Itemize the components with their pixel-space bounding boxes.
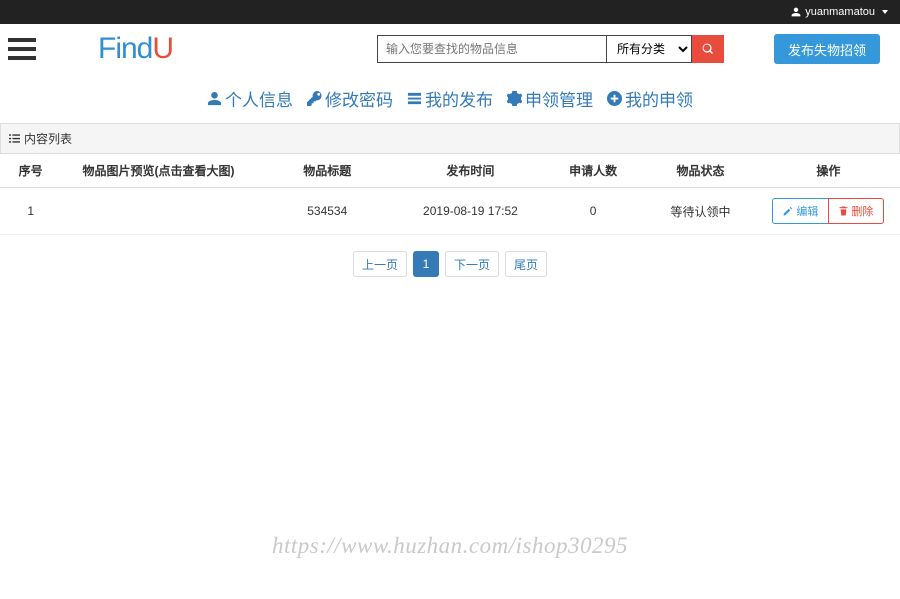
th-seq: 序号 — [0, 154, 61, 188]
panel-heading: 内容列表 — [0, 123, 900, 154]
page-current[interactable]: 1 — [413, 251, 439, 277]
pagination: 上一页 1 下一页 尾页 — [0, 235, 900, 293]
page-next[interactable]: 下一页 — [445, 251, 499, 277]
username-label: yuanmamatou — [805, 6, 875, 18]
cell-seq: 1 — [0, 188, 61, 235]
table-row: 1 534534 2019-08-19 17:52 0 等待认领中 编辑 删除 — [0, 188, 900, 235]
plus-circle-icon — [607, 91, 622, 106]
topbar: yuanmamatou — [0, 0, 900, 24]
watermark: https://www.huzhan.com/ishop30295 — [0, 533, 900, 559]
cell-status: 等待认领中 — [644, 188, 757, 235]
trash-icon — [839, 206, 848, 216]
panel-title: 内容列表 — [24, 130, 72, 147]
edit-button[interactable]: 编辑 — [772, 198, 829, 224]
th-preview: 物品图片预览(点击查看大图) — [61, 154, 255, 188]
nav-my-claims[interactable]: 我的申领 — [605, 86, 695, 111]
search-category-select[interactable]: 所有分类 — [607, 35, 692, 63]
search-input[interactable] — [377, 35, 607, 63]
header: FindU 所有分类 发布失物招领 — [0, 24, 900, 74]
page-last[interactable]: 尾页 — [505, 251, 547, 277]
nav-tabs: 个人信息 修改密码 我的发布 申领管理 我的申领 — [0, 74, 900, 123]
search-icon — [702, 43, 714, 55]
th-action: 操作 — [757, 154, 900, 188]
cell-action: 编辑 删除 — [757, 188, 900, 235]
nav-password[interactable]: 修改密码 — [305, 86, 395, 111]
gear-icon — [507, 91, 522, 106]
cell-applicants: 0 — [542, 188, 644, 235]
user-icon — [791, 7, 801, 17]
key-icon — [307, 91, 322, 106]
th-status: 物品状态 — [644, 154, 757, 188]
delete-button[interactable]: 删除 — [828, 198, 884, 224]
search-button[interactable] — [692, 35, 724, 63]
caret-down-icon — [882, 10, 888, 14]
page-prev[interactable]: 上一页 — [353, 251, 407, 277]
user-menu[interactable]: yuanmamatou — [791, 6, 888, 18]
cell-publish-time: 2019-08-19 17:52 — [399, 188, 542, 235]
cell-preview[interactable] — [61, 188, 255, 235]
user-icon — [207, 91, 222, 106]
nav-claim-manage[interactable]: 申领管理 — [505, 86, 595, 111]
table-header-row: 序号 物品图片预览(点击查看大图) 物品标题 发布时间 申请人数 物品状态 操作 — [0, 154, 900, 188]
nav-my-posts[interactable]: 我的发布 — [405, 86, 495, 111]
list-icon — [407, 91, 422, 106]
list-icon — [9, 133, 20, 144]
nav-profile[interactable]: 个人信息 — [205, 86, 295, 111]
publish-button[interactable]: 发布失物招领 — [774, 34, 880, 64]
th-publish-time: 发布时间 — [399, 154, 542, 188]
th-title: 物品标题 — [256, 154, 399, 188]
th-applicants: 申请人数 — [542, 154, 644, 188]
menu-toggle[interactable] — [8, 38, 36, 60]
search-group: 所有分类 — [377, 35, 724, 63]
logo[interactable]: FindU — [98, 32, 173, 66]
edit-icon — [783, 206, 793, 216]
cell-title: 534534 — [256, 188, 399, 235]
content-table: 序号 物品图片预览(点击查看大图) 物品标题 发布时间 申请人数 物品状态 操作… — [0, 154, 900, 235]
